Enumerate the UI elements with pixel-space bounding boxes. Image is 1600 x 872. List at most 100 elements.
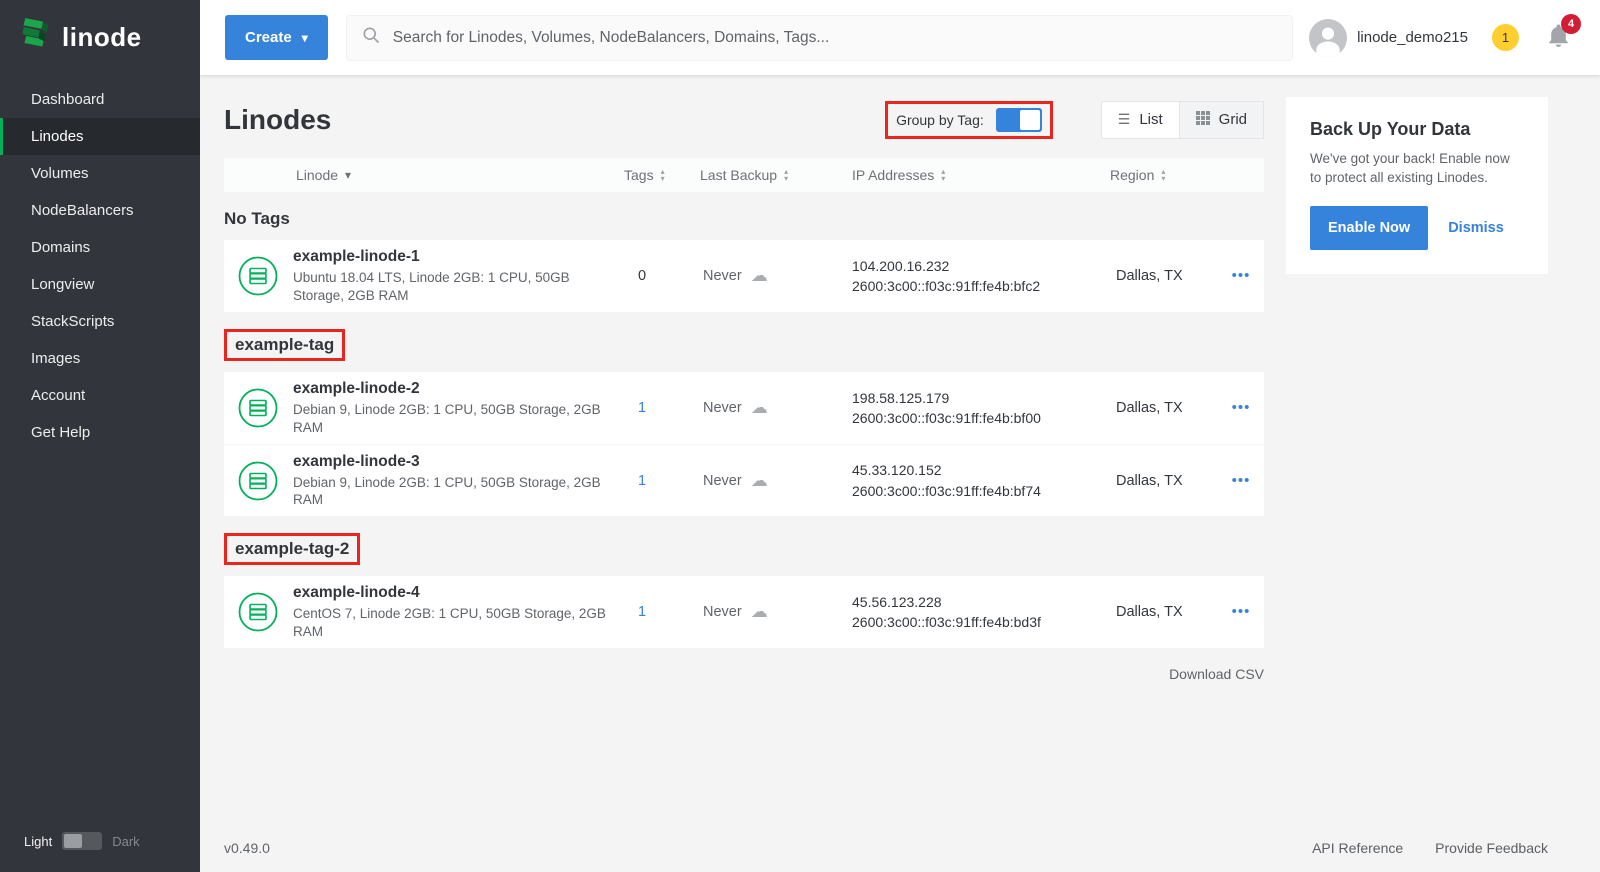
last-backup-value: Never: [703, 400, 742, 416]
table-header-row: Linode ▾ Tags ▴▾ Last Backup ▴▾ IP Addre…: [224, 158, 1264, 192]
sidebar-item-label: Domains: [31, 239, 90, 256]
sidebar-item-label: StackScripts: [31, 313, 114, 330]
backup-cta-card: Back Up Your Data We've got your back! E…: [1286, 97, 1548, 274]
tags-count-link[interactable]: 1: [638, 400, 646, 416]
row-actions-button[interactable]: •••: [1232, 603, 1251, 620]
ipv6-address: 2600:3c00::f03c:91ff:fe4b:bf74: [852, 481, 1110, 501]
table-row-example-linode-3[interactable]: example-linode-3 Debian 9, Linode 2GB: 1…: [224, 444, 1264, 516]
sidebar-item-label: Images: [31, 350, 80, 367]
sidebar-item-images[interactable]: Images: [0, 340, 200, 377]
ipv6-address: 2600:3c00::f03c:91ff:fe4b:bfc2: [852, 276, 1110, 296]
group-by-tag-toggle[interactable]: [996, 108, 1042, 132]
create-button[interactable]: Create ▾: [225, 15, 328, 60]
sidebar-item-label: Get Help: [31, 424, 90, 441]
theme-switch-knob: [64, 834, 82, 848]
pending-badge[interactable]: 1: [1492, 24, 1519, 51]
column-header-last-backup[interactable]: Last Backup ▴▾: [700, 167, 852, 183]
main-content: Linodes Group by Tag: ☰ List: [200, 75, 1600, 872]
table-row-example-linode-1[interactable]: example-linode-1 Ubuntu 18.04 LTS, Linod…: [224, 240, 1264, 312]
sidebar-nav: Dashboard Linodes Volumes NodeBalancers …: [0, 81, 200, 451]
tag-group-rows: example-linode-2 Debian 9, Linode 2GB: 1…: [224, 372, 1264, 516]
download-csv-link[interactable]: Download CSV: [1169, 666, 1264, 682]
backup-card-body: We've got your back! Enable now to prote…: [1310, 150, 1524, 188]
list-icon: ☰: [1118, 111, 1131, 128]
footer: v0.49.0 API Reference Provide Feedback: [224, 840, 1548, 856]
tags-count-link[interactable]: 1: [638, 473, 646, 489]
column-header-linode[interactable]: Linode ▾: [224, 167, 622, 183]
linode-entity-icon: [238, 461, 278, 501]
notifications-button[interactable]: 4: [1545, 22, 1572, 54]
sort-arrows-icon: ▴▾: [784, 168, 788, 182]
sidebar-item-dashboard[interactable]: Dashboard: [0, 81, 200, 118]
avatar[interactable]: [1309, 19, 1347, 57]
app-version: v0.49.0: [224, 840, 270, 856]
tag-group-heading-example-tag: example-tag: [224, 329, 345, 361]
sidebar-item-get-help[interactable]: Get Help: [0, 414, 200, 451]
sidebar-item-label: NodeBalancers: [31, 202, 134, 219]
linode-specs: Debian 9, Linode 2GB: 1 CPU, 50GB Storag…: [293, 474, 622, 509]
row-actions-button[interactable]: •••: [1232, 472, 1251, 489]
tags-count: 0: [638, 268, 646, 284]
linode-specs: Debian 9, Linode 2GB: 1 CPU, 50GB Storag…: [293, 401, 622, 436]
ipv4-address: 198.58.125.179: [852, 388, 1110, 408]
column-header-region[interactable]: Region ▴▾: [1110, 167, 1218, 183]
linode-specs: Ubuntu 18.04 LTS, Linode 2GB: 1 CPU, 50G…: [293, 269, 622, 304]
sidebar-item-linodes[interactable]: Linodes: [0, 118, 200, 155]
list-view-button[interactable]: ☰ List: [1102, 102, 1179, 138]
sidebar-item-stackscripts[interactable]: StackScripts: [0, 303, 200, 340]
api-reference-link[interactable]: API Reference: [1312, 840, 1403, 856]
region-value: Dallas, TX: [1110, 473, 1218, 489]
enable-now-button[interactable]: Enable Now: [1310, 206, 1428, 250]
tags-count-link[interactable]: 1: [638, 604, 646, 620]
last-backup-value: Never: [703, 604, 742, 620]
sidebar-item-nodebalancers[interactable]: NodeBalancers: [0, 192, 200, 229]
column-header-label: Region: [1110, 167, 1154, 183]
linode-entity-icon: [238, 256, 278, 296]
sidebar: linode Dashboard Linodes Volumes NodeBal…: [0, 0, 200, 872]
sidebar-item-account[interactable]: Account: [0, 377, 200, 414]
sidebar-item-domains[interactable]: Domains: [0, 229, 200, 266]
last-backup-value: Never: [703, 473, 742, 489]
brand-logo[interactable]: linode: [0, 0, 200, 75]
grid-view-button[interactable]: Grid: [1179, 102, 1263, 138]
sidebar-item-volumes[interactable]: Volumes: [0, 155, 200, 192]
table-row-example-linode-4[interactable]: example-linode-4 CentOS 7, Linode 2GB: 1…: [224, 576, 1264, 648]
sort-arrows-icon: ▴▾: [941, 168, 945, 182]
bell-icon: [1545, 36, 1572, 53]
sidebar-item-label: Account: [31, 387, 85, 404]
column-header-label: Linode: [296, 167, 338, 183]
linode-specs: CentOS 7, Linode 2GB: 1 CPU, 50GB Storag…: [293, 605, 622, 640]
theme-switch[interactable]: [62, 832, 102, 850]
column-header-ip-addresses[interactable]: IP Addresses ▴▾: [852, 167, 1110, 183]
ipv4-address: 104.200.16.232: [852, 256, 1110, 276]
backup-cloud-icon: ☁: [751, 266, 768, 286]
grid-icon: [1196, 111, 1210, 129]
sort-caret-icon: ▾: [345, 168, 351, 182]
linode-name-link[interactable]: example-linode-4: [293, 584, 622, 602]
tag-group-rows: example-linode-1 Ubuntu 18.04 LTS, Linod…: [224, 240, 1264, 312]
column-header-tags[interactable]: Tags ▴▾: [622, 167, 700, 183]
row-actions-button[interactable]: •••: [1232, 399, 1251, 416]
region-value: Dallas, TX: [1110, 604, 1218, 620]
dismiss-link[interactable]: Dismiss: [1448, 220, 1504, 236]
username[interactable]: linode_demo215: [1357, 29, 1468, 46]
table-row-example-linode-2[interactable]: example-linode-2 Debian 9, Linode 2GB: 1…: [224, 372, 1264, 444]
linode-entity-icon: [238, 388, 278, 428]
list-view-label: List: [1139, 111, 1162, 128]
brand-wordmark: linode: [62, 22, 142, 53]
search-input[interactable]: [393, 29, 1278, 47]
column-header-label: IP Addresses: [852, 167, 934, 183]
annotation-box-group-by-tag: Group by Tag:: [885, 101, 1053, 139]
toggle-knob: [1020, 110, 1040, 130]
linode-logo-icon: [20, 15, 52, 60]
sidebar-item-label: Longview: [31, 276, 94, 293]
sidebar-item-longview[interactable]: Longview: [0, 266, 200, 303]
linode-name-link[interactable]: example-linode-1: [293, 248, 622, 266]
ipv6-address: 2600:3c00::f03c:91ff:fe4b:bd3f: [852, 612, 1110, 632]
chevron-down-icon: ▾: [302, 31, 308, 45]
linode-name-link[interactable]: example-linode-2: [293, 380, 622, 398]
linode-name-link[interactable]: example-linode-3: [293, 453, 622, 471]
page-title: Linodes: [224, 104, 331, 136]
provide-feedback-link[interactable]: Provide Feedback: [1435, 840, 1548, 856]
row-actions-button[interactable]: •••: [1232, 267, 1251, 284]
